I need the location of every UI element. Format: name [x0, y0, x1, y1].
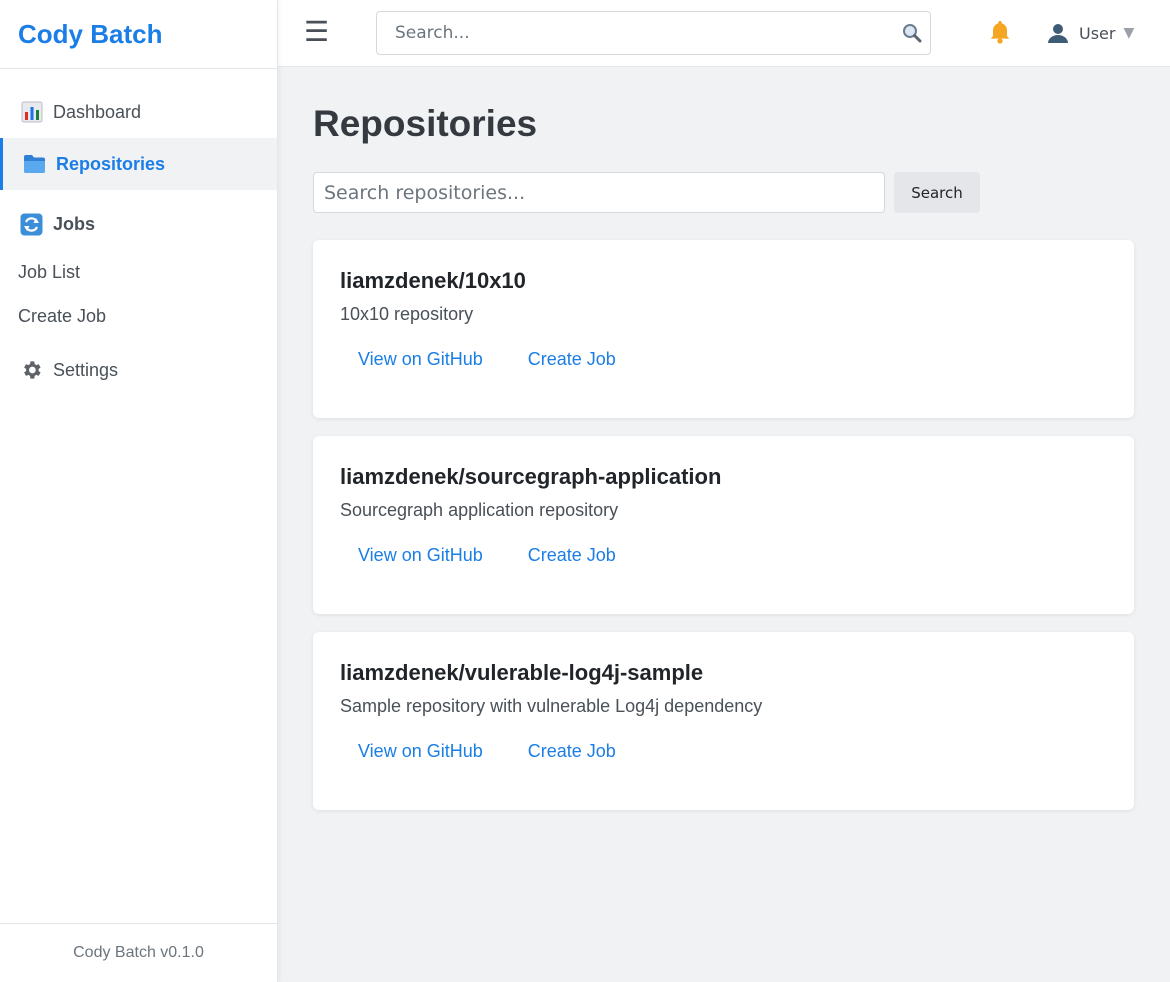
repository-description: 10x10 repository — [340, 304, 474, 324]
repository-name: liamzdenek/sourcegraph-application — [340, 464, 722, 489]
sidebar-footer: Cody Batch v0.1.0 — [0, 923, 277, 982]
gear-icon — [20, 359, 43, 382]
chevron-down-icon: ▼ — [1123, 25, 1135, 41]
create-job-link[interactable]: Create Job — [528, 739, 616, 763]
sidebar-group-jobs: Jobs — [0, 198, 277, 250]
repository-actions: View on GitHub Create Job — [340, 543, 1107, 567]
search-icon[interactable] — [902, 23, 922, 43]
create-job-link[interactable]: Create Job — [528, 543, 616, 567]
top-bar: ☰ User ▼ — [278, 0, 1170, 67]
repository-description: Sourcegraph application repository — [340, 500, 619, 520]
repository-actions: View on GitHub Create Job — [340, 347, 1107, 371]
sidebar-item-label: Repositories — [56, 153, 166, 174]
sidebar: Cody Batch Dashboard Repositories Jobs J… — [0, 0, 278, 982]
main-content: Repositories Search liamzdenek/10x10 10x… — [313, 67, 1135, 828]
view-on-github-link[interactable]: View on GitHub — [358, 739, 483, 763]
sidebar-item-dashboard[interactable]: Dashboard — [0, 86, 277, 138]
refresh-icon — [20, 213, 43, 236]
page-title: Repositories — [313, 103, 538, 144]
global-search-input[interactable] — [377, 12, 930, 54]
bell-icon[interactable] — [988, 19, 1012, 45]
user-icon — [1047, 22, 1069, 44]
repository-description: Sample repository with vulnerable Log4j … — [340, 696, 763, 716]
hamburger-icon[interactable]: ☰ — [304, 15, 329, 49]
view-on-github-link[interactable]: View on GitHub — [358, 347, 483, 371]
repository-card: liamzdenek/vulerable-log4j-sample Sample… — [313, 632, 1134, 810]
repository-card: liamzdenek/10x10 10x10 repository View o… — [313, 240, 1134, 418]
sidebar-item-create-job[interactable]: Create Job — [0, 294, 277, 338]
repo-search-bar: Search — [313, 172, 1135, 213]
repository-actions: View on GitHub Create Job — [340, 739, 1107, 763]
sidebar-item-label: Settings — [53, 359, 119, 380]
repository-name: liamzdenek/10x10 — [340, 268, 526, 293]
brand: Cody Batch — [0, 0, 277, 69]
sidebar-item-job-list[interactable]: Job List — [0, 250, 277, 294]
sidebar-item-repositories[interactable]: Repositories — [0, 138, 277, 190]
repo-search-input[interactable] — [313, 172, 885, 213]
repository-name: liamzdenek/vulerable-log4j-sample — [340, 660, 704, 685]
sidebar-item-label: Dashboard — [53, 101, 142, 122]
user-menu[interactable]: User ▼ — [1047, 12, 1134, 54]
view-on-github-link[interactable]: View on GitHub — [358, 543, 483, 567]
bar-chart-icon — [20, 101, 43, 124]
folder-icon — [23, 153, 46, 176]
app-title[interactable]: Cody Batch — [18, 19, 162, 50]
user-label: User — [1079, 23, 1116, 43]
create-job-link[interactable]: Create Job — [528, 347, 616, 371]
sidebar-nav: Dashboard Repositories Jobs Job List Cre… — [0, 69, 277, 396]
sidebar-item-settings[interactable]: Settings — [0, 344, 277, 396]
global-search — [376, 11, 931, 55]
sidebar-group-label: Jobs — [53, 213, 96, 234]
search-button[interactable]: Search — [894, 172, 980, 213]
repository-list: liamzdenek/10x10 10x10 repository View o… — [313, 240, 1135, 810]
repository-card: liamzdenek/sourcegraph-application Sourc… — [313, 436, 1134, 614]
